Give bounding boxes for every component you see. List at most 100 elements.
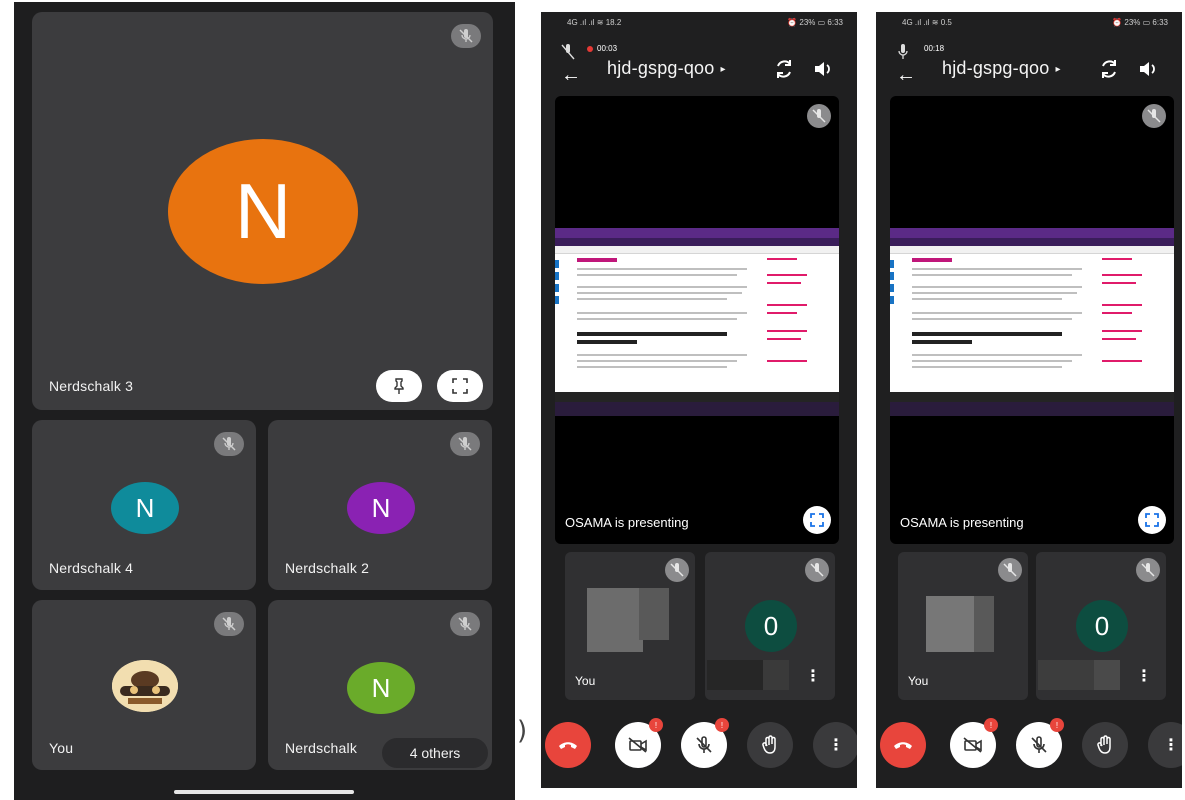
- warning-badge: !: [715, 718, 729, 732]
- back-arrow-icon[interactable]: ←: [561, 64, 581, 87]
- end-call-button[interactable]: [880, 722, 926, 768]
- more-vert-icon[interactable]: ⋮: [1136, 666, 1152, 686]
- meet-phone-screen: 4G .ıl .ıl ≋ 18.2 ⏰ 23% ▭ 6:33 00:03 ← h…: [541, 12, 857, 788]
- participant-name: Nerdschalk 2: [285, 560, 370, 576]
- meet-phone-screen: 4G .ıl .ıl ≋ 0.5 ⏰ 23% ▭ 6:33 00:18 ← hj…: [876, 12, 1182, 788]
- participant-name: You: [908, 674, 929, 688]
- meeting-code[interactable]: hjd-gspg-qoo ▸: [607, 58, 726, 79]
- mic-off-icon: [1136, 558, 1160, 582]
- mic-off-icon: [998, 558, 1022, 582]
- call-controls: ! ! ⋮: [541, 718, 857, 774]
- camera-off-icon: [963, 737, 982, 753]
- end-call-icon: [894, 742, 912, 749]
- participant-name: Nerdschalk 3: [49, 378, 134, 394]
- mic-toggle-button[interactable]: !: [1016, 718, 1064, 768]
- top-bar: 00:18 ← hjd-gspg-qoo ▸: [876, 40, 1182, 92]
- participant-name: You: [49, 740, 74, 756]
- mic-off-icon: [665, 558, 689, 582]
- hand-raise-icon: [1097, 735, 1111, 754]
- status-bar: 4G .ıl .ıl ≋ 18.2 ⏰ 23% ▭ 6:33: [541, 12, 857, 36]
- hand-raise-icon: [762, 735, 776, 754]
- mic-off-icon: [214, 432, 244, 456]
- back-arrow-icon[interactable]: ←: [896, 64, 916, 87]
- expand-button[interactable]: [1138, 506, 1166, 534]
- status-left: 4G .ıl .ıl ≋ 18.2: [567, 18, 622, 27]
- expand-icon: [810, 513, 824, 527]
- status-right: ⏰ 23% ▭ 6:33: [1112, 18, 1168, 27]
- avatar: 0: [745, 600, 797, 652]
- presenting-label: OSAMA is presenting: [565, 515, 689, 530]
- mic-off-icon: [696, 736, 712, 753]
- presentation-view[interactable]: OSAMA is presenting: [555, 96, 839, 544]
- camera-toggle-button[interactable]: !: [950, 718, 998, 768]
- recording-dot: [587, 46, 593, 52]
- mic-off-icon: [807, 104, 831, 128]
- warning-badge: !: [649, 718, 663, 732]
- avatar: N: [168, 139, 358, 284]
- avatar: N: [347, 482, 415, 534]
- home-indicator[interactable]: [174, 790, 354, 794]
- self-video: [926, 596, 976, 652]
- mic-off-icon: [1031, 736, 1047, 753]
- more-options-button[interactable]: ⋮: [1148, 722, 1182, 768]
- status-right: ⏰ 23% ▭ 6:33: [787, 18, 843, 27]
- status-left: 4G .ıl .ıl ≋ 0.5: [902, 18, 952, 27]
- mic-off-icon: [450, 612, 480, 636]
- switch-camera-icon[interactable]: [1098, 58, 1120, 80]
- mic-off-icon: [561, 44, 575, 60]
- end-call-button[interactable]: [545, 722, 591, 768]
- more-vert-icon[interactable]: ⋮: [805, 666, 821, 686]
- camera-toggle-button[interactable]: !: [615, 718, 663, 768]
- pin-button[interactable]: [376, 370, 422, 402]
- status-bar: 4G .ıl .ıl ≋ 0.5 ⏰ 23% ▭ 6:33: [876, 12, 1182, 36]
- participant-name: Nerdschalk 4: [49, 560, 134, 576]
- chevron-right-icon: ▸: [1055, 64, 1061, 75]
- call-timer: 00:18: [924, 44, 945, 53]
- speaker-icon[interactable]: [1138, 60, 1158, 78]
- grid-view-panel: N Nerdschalk 3 N Nerdschalk 4 N Nerdscha…: [14, 2, 515, 800]
- end-call-icon: [559, 742, 577, 749]
- call-timer: 00:03: [597, 44, 618, 53]
- self-tile[interactable]: You: [898, 552, 1028, 700]
- expand-icon: [1145, 513, 1159, 527]
- self-tile[interactable]: You: [565, 552, 695, 700]
- warning-badge: !: [984, 718, 998, 732]
- switch-camera-icon[interactable]: [773, 58, 795, 80]
- participant-name: You: [575, 674, 596, 688]
- avatar: N: [347, 662, 415, 714]
- mic-icon: [898, 44, 908, 59]
- others-button[interactable]: 4 others: [382, 738, 488, 768]
- fullscreen-button[interactable]: [437, 370, 483, 402]
- camera-off-icon: [628, 737, 647, 753]
- mic-off-icon: [214, 612, 244, 636]
- expand-button[interactable]: [803, 506, 831, 534]
- self-video: [587, 588, 643, 652]
- shared-screen: [555, 228, 839, 416]
- mic-off-icon: [805, 558, 829, 582]
- chevron-right-icon: ▸: [720, 64, 726, 75]
- avatar: 0: [1076, 600, 1128, 652]
- avatar-photo: [112, 660, 178, 712]
- meeting-code[interactable]: hjd-gspg-qoo ▸: [942, 58, 1061, 79]
- avatar: N: [111, 482, 179, 534]
- mic-toggle-button[interactable]: !: [681, 718, 729, 768]
- speaker-icon[interactable]: [813, 60, 833, 78]
- more-options-button[interactable]: ⋮: [813, 722, 857, 768]
- mic-off-icon: [1142, 104, 1166, 128]
- participant-tile-self[interactable]: You: [32, 600, 256, 770]
- participant-tile[interactable]: N Nerdschalk 4: [32, 420, 256, 590]
- participant-tile-main[interactable]: N Nerdschalk 3: [32, 12, 493, 410]
- call-controls: ! ! ⋮: [876, 718, 1182, 774]
- participant-name: Nerdschalk: [285, 740, 358, 756]
- raise-hand-button[interactable]: [1082, 722, 1128, 768]
- fullscreen-icon: [452, 378, 468, 394]
- presenting-label: OSAMA is presenting: [900, 515, 1024, 530]
- participant-tile[interactable]: N Nerdschalk 2: [268, 420, 492, 590]
- participant-tile[interactable]: 0 ⋮: [1036, 552, 1166, 700]
- separator: ): [517, 716, 528, 746]
- pin-icon: [394, 378, 404, 394]
- presentation-view[interactable]: OSAMA is presenting: [890, 96, 1174, 544]
- warning-badge: !: [1050, 718, 1064, 732]
- raise-hand-button[interactable]: [747, 722, 793, 768]
- participant-tile[interactable]: 0 ⋮: [705, 552, 835, 700]
